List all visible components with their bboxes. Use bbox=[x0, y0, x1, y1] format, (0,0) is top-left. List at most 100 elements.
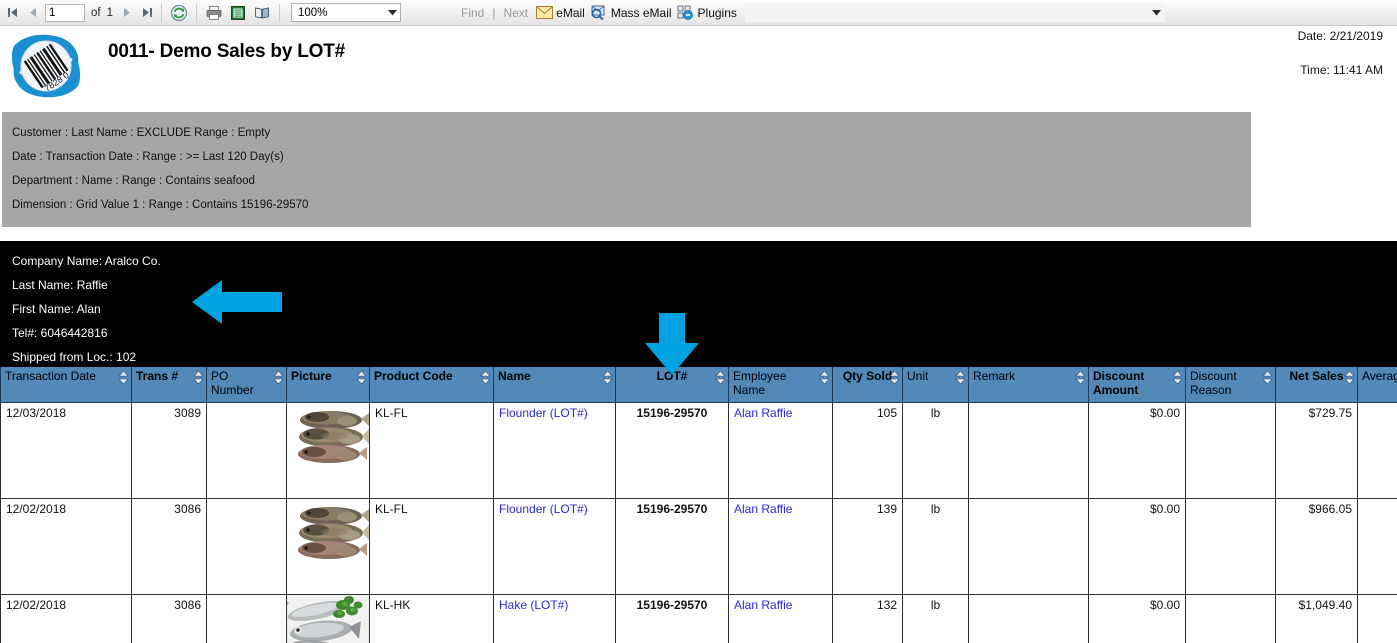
criteria-line: Department : Name : Range : Contains sea… bbox=[12, 175, 255, 187]
cell-discount-reason bbox=[1185, 402, 1276, 499]
cell-trans-number: 3086 bbox=[131, 498, 207, 595]
cell-discount-reason bbox=[1185, 594, 1276, 643]
hake-with-parsley-photo bbox=[287, 594, 369, 643]
cell-name[interactable]: Flounder (LOT#) bbox=[493, 402, 616, 499]
column-header-trans-number[interactable]: Trans # bbox=[131, 365, 207, 403]
cell-net-sales: $1,049.40 bbox=[1275, 594, 1358, 643]
print-icon[interactable] bbox=[203, 3, 225, 23]
cell-average bbox=[1357, 594, 1397, 643]
column-header-label: Picture bbox=[291, 369, 332, 383]
last-page-icon[interactable] bbox=[136, 3, 156, 23]
cell-po-number bbox=[206, 594, 287, 643]
cell-unit: lb bbox=[902, 594, 969, 643]
column-header-net-sales[interactable]: Net Sales bbox=[1275, 365, 1358, 403]
sort-toggle-icon[interactable] bbox=[356, 370, 367, 385]
cell-lot-number: 15196-29570 bbox=[615, 402, 729, 499]
column-header-product-code[interactable]: Product Code bbox=[369, 365, 494, 403]
table-row[interactable]: 12/03/2018 3089 KL-FL Flounder (LOT#) 15… bbox=[0, 402, 1397, 499]
column-header-label: Remark bbox=[973, 369, 1016, 383]
previous-page-icon[interactable] bbox=[22, 3, 42, 23]
column-header-remark[interactable]: Remark bbox=[968, 365, 1089, 403]
cell-remark bbox=[968, 498, 1089, 595]
chevron-down-icon[interactable] bbox=[1149, 4, 1165, 21]
sort-toggle-icon[interactable] bbox=[955, 370, 966, 385]
sort-toggle-icon[interactable] bbox=[1262, 370, 1273, 385]
sort-toggle-icon[interactable] bbox=[715, 370, 726, 385]
plugins-button-label[interactable]: Plugins bbox=[698, 6, 737, 20]
chevron-down-icon[interactable] bbox=[384, 4, 400, 21]
column-header-employee-name[interactable]: Employee Name bbox=[728, 365, 833, 403]
column-header-label: Employee Name bbox=[733, 369, 787, 397]
mass-email-icon[interactable] bbox=[588, 3, 610, 23]
cell-employee-name[interactable]: Alan Raffie bbox=[728, 402, 833, 499]
find-button[interactable]: Find bbox=[461, 6, 484, 20]
cell-transaction-date: 12/02/2018 bbox=[0, 594, 132, 643]
mass-email-button-label[interactable]: Mass eMail bbox=[611, 6, 672, 20]
table-row[interactable]: 12/02/2018 3086 bbox=[0, 498, 1397, 595]
cell-name[interactable]: Hake (LOT#) bbox=[493, 594, 616, 643]
column-header-average[interactable]: Average bbox=[1357, 365, 1397, 403]
report-date: Date: 2/21/2019 bbox=[1297, 29, 1383, 43]
book-icon[interactable] bbox=[251, 3, 273, 23]
cell-employee-name[interactable]: Alan Raffie bbox=[728, 594, 833, 643]
sort-toggle-icon[interactable] bbox=[1172, 370, 1183, 385]
toolbar-divider: | bbox=[492, 5, 496, 20]
cell-trans-number: 3089 bbox=[131, 402, 207, 499]
sort-toggle-icon[interactable] bbox=[1075, 370, 1086, 385]
export-icon[interactable] bbox=[227, 3, 249, 23]
page-count-label: 1 bbox=[106, 6, 113, 19]
column-header-label: Product Code bbox=[374, 369, 453, 383]
cell-lot-number: 15196-29570 bbox=[615, 498, 729, 595]
next-button[interactable]: Next bbox=[503, 6, 528, 20]
sales-data-grid: Transaction Date Trans # PO Number Pictu… bbox=[0, 365, 1397, 643]
table-row[interactable]: 12/02/2018 3086 bbox=[0, 594, 1397, 643]
zoom-value: 100% bbox=[298, 6, 328, 19]
sort-toggle-icon[interactable] bbox=[889, 370, 900, 385]
zoom-select[interactable]: 100% bbox=[291, 3, 401, 22]
plugins-select[interactable] bbox=[744, 3, 1165, 22]
sort-toggle-icon[interactable] bbox=[819, 370, 830, 385]
cell-average bbox=[1357, 498, 1397, 595]
sort-toggle-icon[interactable] bbox=[480, 370, 491, 385]
column-header-name[interactable]: Name bbox=[493, 365, 616, 403]
company-name-line: Company Name: Aralco Co. bbox=[12, 254, 161, 268]
column-header-label: Net Sales bbox=[1289, 369, 1344, 383]
column-header-transaction-date[interactable]: Transaction Date bbox=[0, 365, 132, 403]
plugins-icon[interactable] bbox=[675, 3, 697, 23]
report-time: Time: 11:41 AM bbox=[1300, 63, 1383, 77]
email-envelope-icon[interactable] bbox=[533, 3, 555, 23]
sort-toggle-icon[interactable] bbox=[193, 370, 204, 385]
flounder-stack-photo bbox=[287, 402, 369, 483]
cell-po-number bbox=[206, 402, 287, 499]
column-header-label: Qty Sold bbox=[842, 369, 893, 383]
cell-transaction-date: 12/02/2018 bbox=[0, 498, 132, 595]
email-button-label[interactable]: eMail bbox=[556, 6, 585, 20]
cell-picture bbox=[286, 402, 370, 499]
cell-product-code: KL-FL bbox=[369, 402, 494, 499]
column-header-unit[interactable]: Unit bbox=[902, 365, 969, 403]
refresh-icon[interactable] bbox=[168, 3, 190, 23]
cell-name[interactable]: Flounder (LOT#) bbox=[493, 498, 616, 595]
sort-toggle-icon[interactable] bbox=[118, 370, 129, 385]
page-number-input[interactable] bbox=[45, 3, 85, 22]
column-header-label: PO Number bbox=[211, 369, 254, 397]
sort-toggle-icon[interactable] bbox=[602, 370, 613, 385]
column-header-discount-reason[interactable]: Discount Reason bbox=[1185, 365, 1276, 403]
column-header-discount-amount[interactable]: Discount Amount bbox=[1088, 365, 1186, 403]
cell-po-number bbox=[206, 498, 287, 595]
sort-toggle-icon[interactable] bbox=[1344, 370, 1355, 385]
cell-qty-sold: 139 bbox=[832, 498, 903, 595]
column-header-qty-sold[interactable]: Qty Sold bbox=[832, 365, 903, 403]
cell-employee-name[interactable]: Alan Raffie bbox=[728, 498, 833, 595]
cell-unit: lb bbox=[902, 402, 969, 499]
column-header-label: Trans # bbox=[136, 369, 179, 383]
first-page-icon[interactable] bbox=[2, 3, 22, 23]
next-page-icon[interactable] bbox=[116, 3, 136, 23]
criteria-line: Dimension : Grid Value 1 : Range : Conta… bbox=[12, 199, 309, 211]
toolbar-divider bbox=[196, 3, 197, 22]
sort-toggle-icon[interactable] bbox=[273, 370, 284, 385]
left-pointing-arrow bbox=[192, 278, 282, 326]
column-header-po-number[interactable]: PO Number bbox=[206, 365, 287, 403]
cell-unit: lb bbox=[902, 498, 969, 595]
column-header-picture[interactable]: Picture bbox=[286, 365, 370, 403]
